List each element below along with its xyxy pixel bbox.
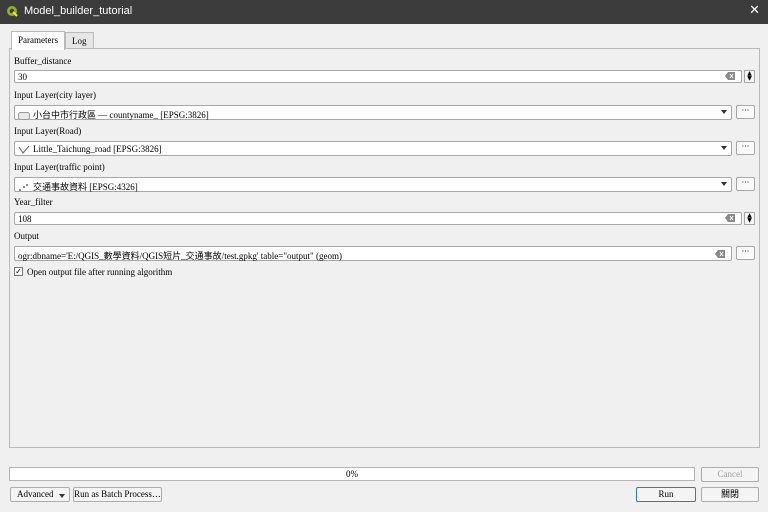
- year-filter-spinner[interactable]: ▲ ▼: [744, 212, 755, 225]
- polygon-layer-icon: [18, 111, 30, 120]
- clear-icon[interactable]: [725, 72, 735, 80]
- progress-bar: 0%: [9, 467, 695, 481]
- input-city-value: 小台中市行政區 — countyname_ [EPSG:3826]: [33, 110, 209, 120]
- advanced-label: Advanced: [17, 489, 54, 499]
- spin-down-icon[interactable]: ▼: [745, 218, 754, 224]
- open-output-checkbox[interactable]: ✓: [14, 267, 23, 276]
- input-city-options-button[interactable]: ···: [736, 105, 755, 119]
- chevron-down-icon: [59, 494, 65, 498]
- run-button[interactable]: Run: [636, 487, 696, 502]
- close-window-button[interactable]: ✕: [749, 3, 760, 18]
- clear-icon[interactable]: [725, 214, 735, 222]
- output-options-button[interactable]: ···: [736, 246, 755, 260]
- input-road-value: Little_Taichung_road [EPSG:3826]: [33, 144, 162, 154]
- buffer-distance-value: 30: [18, 72, 27, 82]
- output-value: ogr:dbname='E:/QGIS_數學資料/QGIS短片_交通事故/tes…: [18, 251, 342, 261]
- input-traffic-options-button[interactable]: ···: [736, 177, 755, 191]
- clear-icon[interactable]: [715, 250, 725, 258]
- advanced-dropdown[interactable]: Advanced: [10, 487, 70, 502]
- input-road-combo[interactable]: Little_Taichung_road [EPSG:3826]: [14, 141, 732, 156]
- buffer-distance-input[interactable]: 30: [14, 70, 742, 83]
- output-label: Output: [14, 231, 40, 241]
- spin-down-icon[interactable]: ▼: [745, 76, 754, 82]
- close-button[interactable]: 關閉: [701, 487, 759, 502]
- line-layer-icon: [18, 145, 30, 154]
- buffer-distance-spinner[interactable]: ▲ ▼: [744, 70, 755, 83]
- buffer-distance-label: Buffer_distance: [14, 56, 72, 66]
- input-traffic-value: 交通事故資料 [EPSG:4326]: [33, 182, 138, 192]
- run-as-batch-button[interactable]: Run as Batch Process…: [73, 487, 162, 502]
- input-city-label: Input Layer(city layer): [14, 90, 96, 100]
- input-city-combo[interactable]: 小台中市行政區 — countyname_ [EPSG:3826]: [14, 105, 732, 120]
- input-road-label: Input Layer(Road): [14, 126, 82, 136]
- window-title: Model_builder_tutorial: [24, 5, 133, 17]
- qgis-logo-icon: [7, 6, 18, 17]
- input-traffic-combo[interactable]: 交通事故資料 [EPSG:4326]: [14, 177, 732, 192]
- chevron-down-icon: [721, 110, 727, 114]
- year-filter-value: 108: [18, 214, 32, 224]
- open-output-label: Open output file after running algorithm: [27, 267, 173, 277]
- chevron-down-icon: [721, 146, 727, 150]
- input-traffic-label: Input Layer(traffic point): [14, 162, 105, 172]
- output-input[interactable]: ogr:dbname='E:/QGIS_數學資料/QGIS短片_交通事故/tes…: [14, 246, 732, 261]
- chevron-down-icon: [721, 182, 727, 186]
- title-bar: Model_builder_tutorial ✕: [0, 0, 768, 24]
- point-layer-icon: [19, 183, 28, 191]
- tab-parameters[interactable]: Parameters: [11, 31, 65, 50]
- year-filter-label: Year_filter: [14, 197, 53, 207]
- year-filter-input[interactable]: 108: [14, 212, 742, 225]
- input-road-options-button[interactable]: ···: [736, 141, 755, 155]
- tab-log[interactable]: Log: [65, 32, 94, 49]
- cancel-button[interactable]: Cancel: [701, 467, 759, 482]
